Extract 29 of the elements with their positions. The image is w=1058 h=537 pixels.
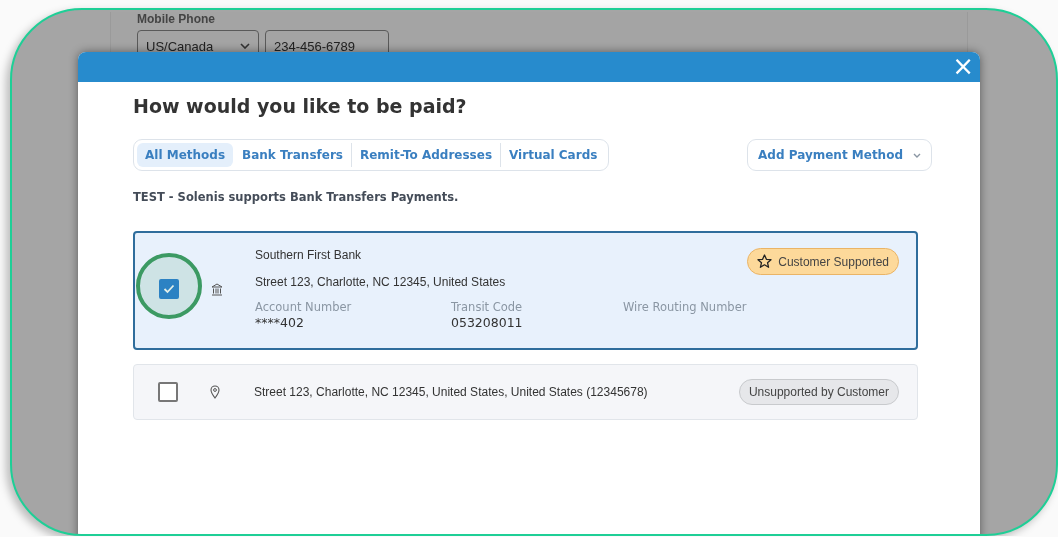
address-text: Street 123, Charlotte, NC 12345, United States [255,275,507,289]
caret-icon [913,152,921,158]
field-value: 053208011 [451,315,524,330]
location-pin-icon [210,385,220,399]
address-text: Street 123, Charlotte, NC 12345, United States, United States (12345678) [254,385,649,399]
filter-tab[interactable]: Bank Transfers [234,143,352,167]
payment-method-card[interactable]: Southern First Bank Street 123, Charlotte, NC 12345, United States Account Number ****402 Transit Code 053208011 Wire Routing Number Customer Supported [133,231,918,350]
checkbox[interactable] [159,279,179,299]
field-label: Transit Code [451,300,524,314]
field-label: Account Number [255,300,353,314]
field-value: ****402 [255,315,305,330]
checkbox[interactable] [158,382,178,402]
payment-method-card[interactable]: Street 123, Charlotte, NC 12345, United States, United States (12345678) Unsupported by Customer [133,364,918,420]
status-badge: Customer Supported [747,248,899,275]
filter-tab[interactable]: Virtual Cards [501,143,606,167]
add-payment-method-button[interactable]: Add Payment Method [747,139,932,171]
check-icon [163,284,175,294]
notice-text: TEST - Solenis supports Bank Transfers Payments. [133,190,460,204]
bank-name: Southern First Bank [255,248,363,262]
filter-tab[interactable]: All Methods [137,143,234,167]
chevron-down-icon [240,43,250,49]
field-label: Wire Routing Number [623,300,747,314]
filter-tab[interactable]: Remit-To Addresses [351,143,502,167]
bank-icon [211,282,223,296]
star-icon [757,254,773,269]
close-button[interactable]: × [946,53,980,79]
status-badge: Unsupported by Customer [738,379,899,405]
field-label: Mobile Phone [137,12,216,26]
dialog-title: How would you like to be paid? [133,95,468,117]
